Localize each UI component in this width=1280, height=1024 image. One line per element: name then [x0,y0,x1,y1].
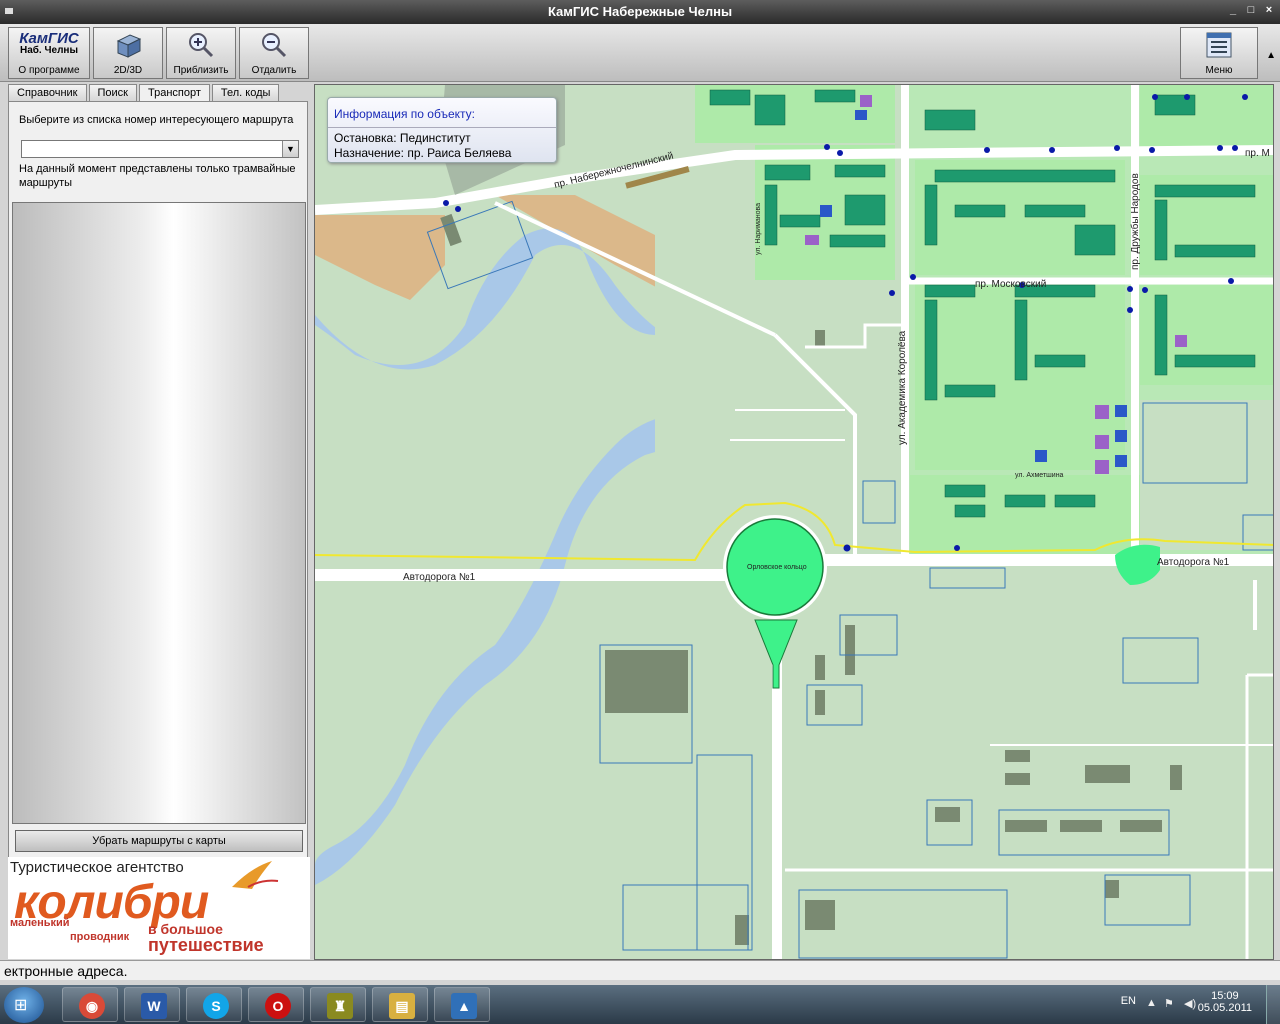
close-button[interactable]: × [1264,5,1274,16]
logo-subtitle: Наб. Челны [19,45,79,56]
start-button[interactable]: ⊞ [4,987,44,1023]
tab-transport[interactable]: Транспорт [138,84,210,102]
view-2d3d-button[interactable]: 2D/3D [93,27,163,79]
zoom-out-icon [262,33,287,58]
label-road1-left: Автодорога №1 [403,572,476,583]
info-header: Информация по объекту: [334,107,475,121]
tab-phone-codes[interactable]: Тел. коды [211,84,280,101]
ad-slogan-1: маленький [10,917,70,929]
panel-tabs: Справочник Поиск Транспорт Тел. коды [8,84,280,102]
show-desktop-button[interactable] [1266,985,1280,1024]
zoom-in-icon [189,33,214,58]
label-korolev: ул. Академика Королёва [897,330,908,445]
tab-directory[interactable]: Справочник [8,84,87,101]
object-info-popup[interactable]: Информация по объекту: Остановка: Пединс… [327,97,557,163]
map-canvas[interactable]: пр. Набережночелнинский пр. Московский у… [315,85,1274,960]
info-stop: Остановка: Пединститут [334,131,471,145]
language-indicator[interactable]: EN [1121,995,1136,1007]
taskbar: ⊞ ◉ W S O ♜ ▤ ▲ EN ▲ ⚑ ◀) 15:09 05.05.20… [0,985,1280,1024]
about-label: О программе [18,65,80,76]
transport-tab-body: Выберите из списка номер интересующего м… [8,101,308,955]
map-view[interactable]: пр. Набережночелнинский пр. Московский у… [314,84,1274,960]
label-moskovsky: пр. Московский [975,279,1046,290]
app-window: КамГИС Набережные Челны _ □ × КамГИС Наб… [0,0,1280,985]
zoom-out-label: Отдалить [251,65,297,76]
ad-agency-text: Туристическое агентство [10,859,184,876]
label-street-m: пр. М [1245,148,1270,159]
label-road1-right: Автодорога №1 [1157,557,1230,568]
word-icon: W [141,993,167,1019]
title-bar[interactable]: КамГИС Набережные Челны _ □ × [0,0,1280,24]
window-title: КамГИС Набережные Челны [547,4,733,19]
chevron-down-icon[interactable]: ▼ [282,141,298,157]
cube-icon [116,34,142,58]
left-panel: Справочник Поиск Транспорт Тел. коды Выб… [6,84,310,960]
zoom-out-button[interactable]: Отдалить [239,27,309,79]
route-list-area[interactable] [12,202,306,824]
status-bar: ектронные адреса. [0,960,1280,980]
opera-icon: O [265,993,291,1019]
info-divider [328,127,556,128]
route-prompt: Выберите из списка номер интересующего м… [19,114,294,126]
tram-only-note: На данный момент представлены только тра… [19,163,296,189]
action-center-icon[interactable]: ⚑ [1164,997,1176,1010]
windows-logo-icon: ⊞ [14,997,28,1014]
zoom-in-button[interactable]: Приблизить [166,27,236,79]
minimize-button[interactable]: _ [1228,5,1238,16]
taskbar-explorer[interactable]: ▤ [372,987,428,1022]
tab-search[interactable]: Поиск [88,84,137,101]
taskbar-opera[interactable]: O [248,987,304,1022]
tray-expand-icon[interactable]: ▲ [1146,997,1158,1009]
info-destination: Назначение: пр. Раиса Беляева [334,146,512,160]
route-select[interactable]: ▼ [21,140,299,158]
kolibri-ad-banner[interactable]: Туристическое агентство колибри маленьки… [8,857,310,959]
system-tray: EN ▲ ⚑ ◀) 15:09 05.05.2011 [1080,985,1280,1024]
about-button[interactable]: КамГИС Наб. Челны О программе [8,27,90,79]
clear-routes-button[interactable]: Убрать маршруты с карты [15,830,303,852]
label-circle: Орловское кольцо [747,564,807,571]
taskbar-skype[interactable]: S [186,987,242,1022]
taskbar-kamgis[interactable]: ▲ [434,987,490,1022]
label-druzhby: пр. Дружбы Народов [1129,173,1141,270]
status-text: ектронные адреса. [4,963,128,979]
maximize-button[interactable]: □ [1246,5,1256,16]
clock[interactable]: 15:09 05.05.2011 [1198,990,1252,1014]
menu-label: Меню [1205,65,1233,76]
taskbar-word[interactable]: W [124,987,180,1022]
clock-time: 15:09 [1211,990,1239,1002]
folder-icon: ▤ [389,993,415,1019]
taskbar-game[interactable]: ♜ [310,987,366,1022]
kamgis-app-icon: ▲ [451,993,477,1019]
system-menu-icon[interactable] [5,8,13,14]
menu-button[interactable]: Меню [1180,27,1258,79]
view-label: 2D/3D [113,65,143,76]
clock-date: 05.05.2011 [1197,1002,1252,1014]
ad-slogan-4: путешествие [148,935,264,955]
taskbar-chrome[interactable]: ◉ [62,987,118,1022]
zoom-in-label: Приблизить [173,65,229,76]
label-narimanova: ул. Нариманова [755,203,762,255]
toolbar-scroll-up-icon[interactable]: ▲ [1266,50,1276,61]
menu-icon [1206,32,1232,58]
game-icon: ♜ [327,993,353,1019]
ad-slogan-2: проводник [70,931,130,943]
toolbar: КамГИС Наб. Челны О программе 2D/3D Приб… [0,24,1280,82]
skype-icon: S [203,993,229,1019]
label-akhmetshina: ул. Ахметшина [1015,472,1064,479]
chrome-icon: ◉ [79,993,105,1019]
volume-icon[interactable]: ◀) [1184,997,1196,1010]
hummingbird-icon [232,861,279,889]
